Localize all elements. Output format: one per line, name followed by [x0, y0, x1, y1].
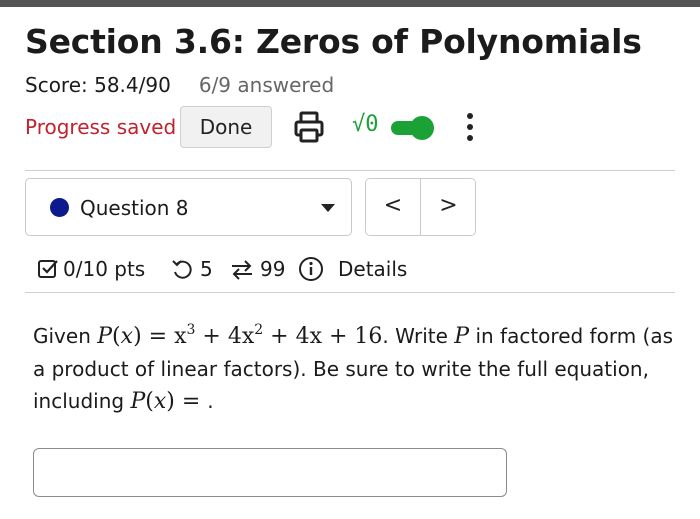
retries-count: 5	[200, 257, 213, 281]
question-status-dot	[50, 198, 69, 217]
progress-saved-status: Progress saved	[25, 115, 177, 139]
score-text: Score: 58.4/90	[25, 73, 171, 97]
done-button[interactable]: Done	[180, 106, 272, 148]
math-toggle-label: √0	[352, 112, 379, 137]
toolbar: Progress saved Done √0	[25, 106, 495, 148]
page-title: Section 3.6: Zeros of Polynomials	[25, 22, 642, 61]
question-select[interactable]: Question 8	[25, 178, 352, 236]
question-text-part: . Write	[382, 324, 455, 348]
question-nav-group: < >	[365, 178, 476, 236]
question-stats: 0/10 pts 5 99 Details	[37, 255, 437, 285]
math-expression: P(x) = x3 + 4x2 + 4x + 16	[97, 322, 383, 349]
question-text-part: Given	[33, 324, 98, 348]
checkbox-icon	[38, 260, 58, 278]
math-expression: P	[454, 324, 470, 349]
math-expression: P(x) =	[130, 389, 208, 414]
answered-count: 6/9 answered	[198, 73, 335, 97]
answer-input[interactable]	[33, 448, 507, 497]
retry-icon	[172, 260, 192, 279]
divider	[25, 170, 675, 171]
math-sqrt-icon[interactable]: √0	[352, 112, 379, 137]
score-line: Score: 58.4/90 6/9 answered	[25, 73, 334, 97]
submissions-icon	[232, 260, 252, 280]
info-icon	[299, 257, 323, 281]
kebab-menu-icon[interactable]	[465, 110, 475, 144]
divider	[25, 292, 675, 293]
previous-question-button[interactable]: <	[366, 179, 421, 235]
top-bar	[0, 0, 700, 7]
submissions-count: 99	[260, 257, 286, 281]
toggle-knob	[410, 116, 434, 140]
print-icon[interactable]	[293, 110, 325, 144]
math-toggle-switch[interactable]	[391, 116, 435, 140]
points-text: 0/10 pts	[63, 257, 146, 281]
next-question-button[interactable]: >	[421, 179, 475, 235]
caret-down-icon	[321, 204, 335, 212]
question-text-part: .	[207, 389, 214, 413]
details-label: Details	[338, 257, 408, 281]
question-select-label: Question 8	[80, 196, 189, 220]
question-text: Given P(x) = x3 + 4x2 + 4x + 16. Write P…	[33, 320, 678, 418]
